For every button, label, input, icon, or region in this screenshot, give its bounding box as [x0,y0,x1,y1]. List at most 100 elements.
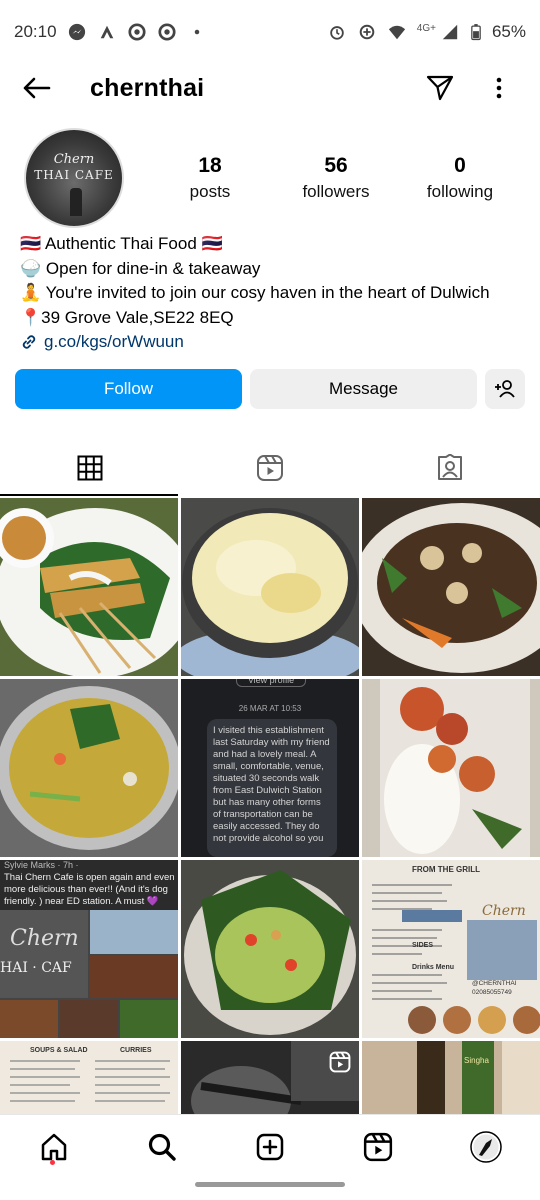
bio-link-text: g.co/kgs/orWwuun [44,332,184,351]
battery-percent: 65% [491,22,526,41]
stat-label: posts [189,182,231,201]
paper-plane-icon [426,75,454,101]
send-message-button[interactable] [420,70,460,106]
home-icon [41,1133,67,1161]
active-tab-indicator [0,494,178,496]
satay-photo [0,498,178,676]
review-date: 26 MAR AT 10:53 [238,704,302,713]
rice-bowl-photo [181,498,359,676]
signal-icon [440,22,460,42]
profile-tabs [0,440,540,496]
status-bar: 20:10 4G+ 65% [0,0,540,64]
message-button[interactable]: Message [250,369,477,409]
data-saver-icon [357,22,377,42]
bio-line: 🧘 You're invited to join our cosy haven … [20,283,490,302]
post-thumbnail[interactable] [362,498,540,676]
post-menu-soups[interactable]: SOUPS & SALAD CURRIES [0,1041,178,1114]
arrow-left-icon [23,77,51,99]
post-facebook-share[interactable]: Sylvie Marks · 7h · Thai Chern Cafe is o… [0,860,178,1038]
papaya-salad-photo [181,860,359,1038]
profile-avatar-icon [470,1131,502,1163]
review-view-profile: View profile [236,679,306,687]
reels-icon [363,1132,393,1162]
grid-icon [77,455,103,481]
svg-text:Chern: Chern [482,903,526,919]
follow-button[interactable]: Follow [15,369,242,409]
wifi-icon [387,22,407,42]
fb-collage-image: Chern HAI · CAF [0,910,178,1038]
bio-line: 🇹🇭 Authentic Thai Food 🇹🇭 [20,234,223,253]
stat-label: following [426,182,494,201]
fb-author: Sylvie Marks · 7h · [4,860,79,870]
post-thumbnail[interactable] [181,860,359,1038]
gesture-navigation-bar[interactable] [195,1182,345,1187]
messenger-icon [67,22,87,42]
nav-reels[interactable] [356,1125,400,1169]
nav-search[interactable] [140,1125,184,1169]
tab-tagged[interactable] [360,440,540,496]
avatar-logo-subtext: THAI CAFE [34,168,114,182]
avatar-logo-text: Chern [53,152,95,167]
beer-bottles-photo [362,1041,540,1114]
post-reel-thumbnail[interactable] [181,1041,359,1114]
back-button[interactable] [16,68,56,108]
bio-line: 🍚 Open for dine-in & takeaway [20,258,261,278]
more-vertical-icon [496,77,502,99]
stat-value: 18 [198,154,222,177]
search-icon [148,1133,176,1161]
menu-lines-image [10,1060,170,1102]
stat-value: 56 [324,154,348,177]
post-thumbnail[interactable] [181,498,359,676]
post-thumbnail[interactable] [0,679,178,857]
post-thumbnail[interactable] [362,679,540,857]
avatar-figure [70,188,82,216]
alarm-icon [327,22,347,42]
profile-header: chernthai [0,64,540,112]
svg-text:HAI · CAF: HAI · CAF [0,960,72,976]
status-time: 20:10 [14,22,57,41]
menu-page-image: Chern [372,884,540,1034]
profile-username: chernthai [90,74,205,102]
post-thumbnail[interactable] [0,498,178,676]
menu-sides-title: SIDES [412,942,434,949]
battery-icon [470,22,482,42]
fb-post-text: Thai Chern Cafe is open again and even m… [4,872,175,907]
svg-text:Chern: Chern [10,926,79,951]
beer-label: Singha [464,1056,489,1065]
tab-posts-grid[interactable] [0,440,180,496]
home-notification-dot [50,1160,55,1165]
stat-following[interactable]: 0 following [400,152,520,204]
posts-grid: View profile 26 MAR AT 10:53 I visited t… [0,498,540,1114]
post-menu-grill[interactable]: FROM THE GRILL Chern SIDES Drinks Menu @… [362,860,540,1038]
suggest-users-button[interactable] [485,369,525,409]
post-review-screenshot[interactable]: View profile 26 MAR AT 10:53 I visited t… [181,679,359,857]
stat-posts[interactable]: 18 posts [150,152,270,204]
nav-create[interactable] [248,1125,292,1169]
reel-indicator-icon [329,1051,351,1073]
add-user-icon [495,380,515,398]
menu-phone: 02085055749 [472,989,512,996]
profile-bio: 🇹🇭 Authentic Thai Food 🇹🇭 🍚 Open for din… [20,232,530,355]
menu-drinks-title: Drinks Menu [412,964,455,971]
more-options-button[interactable] [484,70,514,106]
profile-avatar[interactable]: Chern THAI CAFE [24,128,124,228]
tab-reels[interactable] [180,440,360,496]
bottom-navigation [0,1114,540,1178]
post-thumbnail[interactable]: Singha [362,1041,540,1114]
dot-icon [187,22,207,42]
network-type: 4G+ [416,22,436,34]
thai-soup-photo [0,679,178,857]
stat-value: 0 [454,154,466,177]
nav-profile[interactable] [464,1125,508,1169]
create-post-icon [256,1133,284,1161]
bio-address: 📍39 Grove Vale,SE22 8EQ [20,307,234,327]
stat-label: followers [302,182,370,201]
chrome-icon [157,22,177,42]
cashew-stirfry-photo [362,498,540,676]
stat-followers[interactable]: 56 followers [276,152,396,204]
bio-link[interactable]: g.co/kgs/orWwuun [20,330,530,355]
chicken-rice-photo [362,679,540,857]
tagged-person-icon [438,454,462,480]
chrome-icon [127,22,147,42]
link-icon [22,335,36,349]
